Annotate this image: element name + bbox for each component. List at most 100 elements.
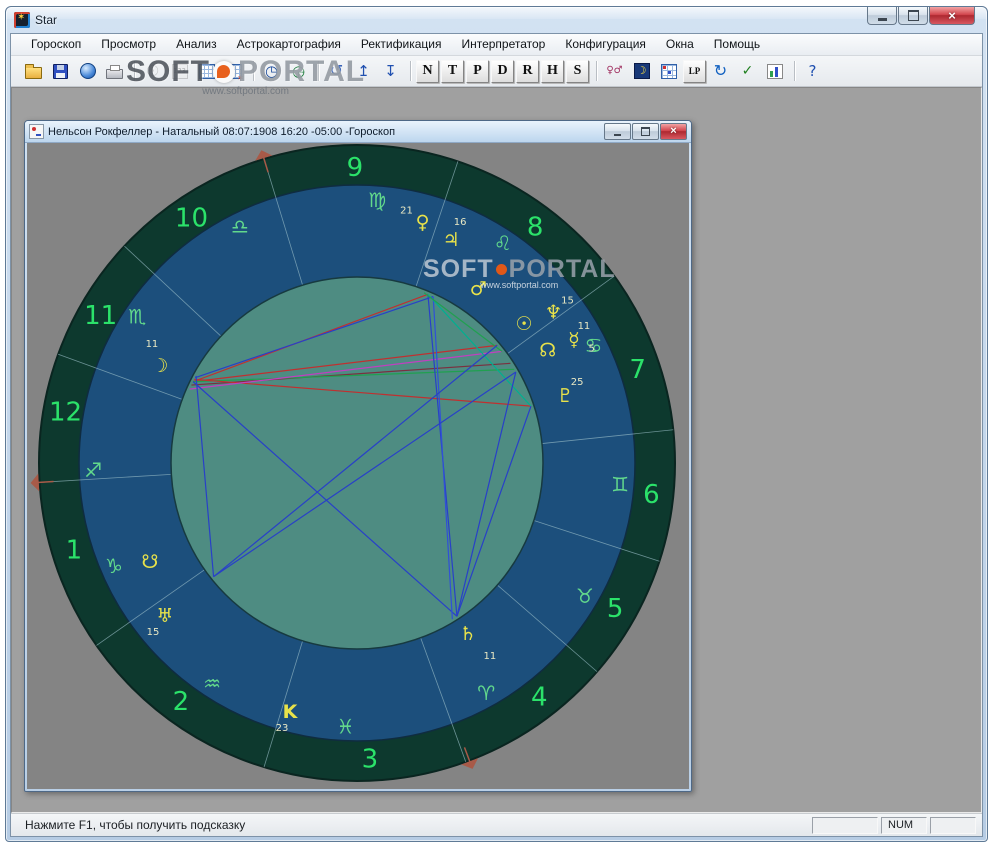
sign-aries-icon: ♈ bbox=[477, 681, 495, 705]
ephemeris-icon bbox=[171, 63, 188, 79]
synastry-letter-button[interactable]: S bbox=[566, 59, 589, 83]
step-down-icon: ↧ bbox=[384, 61, 397, 80]
step-down-button[interactable]: ↧ bbox=[378, 59, 403, 84]
horary-button[interactable]: H bbox=[541, 59, 564, 83]
open-icon bbox=[25, 64, 42, 79]
degree-label-saturn: 11 bbox=[483, 651, 496, 662]
horoscope-window-controls: × bbox=[603, 123, 687, 140]
sign-leo-icon: ♌ bbox=[494, 231, 512, 255]
globe-button[interactable] bbox=[75, 59, 100, 84]
ephemeris-button[interactable] bbox=[167, 59, 192, 84]
close-icon: × bbox=[670, 125, 677, 137]
sign-gemini-icon: ♊ bbox=[611, 473, 629, 497]
sign-sagittarius-icon: ♐ bbox=[84, 458, 102, 482]
window-controls: × bbox=[866, 7, 975, 25]
horoscope-window-titlebar[interactable]: Нельсон Рокфеллер - Натальный 08:07:1908… bbox=[25, 121, 691, 143]
menu-item-4[interactable]: Астрокартография bbox=[227, 34, 351, 55]
toolbar-separator bbox=[794, 61, 795, 81]
moon-phase-button[interactable] bbox=[629, 59, 654, 84]
save-button[interactable] bbox=[48, 59, 73, 84]
globe-icon bbox=[79, 63, 96, 79]
maximize-button[interactable] bbox=[898, 7, 928, 25]
minimize-icon bbox=[614, 133, 621, 136]
help-button[interactable]: ? bbox=[800, 59, 825, 84]
clock-icon: ◷ bbox=[264, 61, 279, 80]
planet-venus-icon: ♀ bbox=[416, 212, 430, 234]
print-button[interactable] bbox=[102, 59, 127, 84]
planet-uranus-icon: ♅ bbox=[156, 605, 173, 627]
planet-jupiter-icon: ♃ bbox=[443, 229, 460, 251]
sync-button[interactable]: ↻ bbox=[708, 59, 733, 84]
toolbar-separator bbox=[596, 61, 597, 81]
degree-label-pluto: 25 bbox=[571, 377, 584, 388]
graph-button[interactable] bbox=[762, 59, 787, 84]
horoscope-window-title: Нельсон Рокфеллер - Натальный 08:07:1908… bbox=[48, 125, 396, 138]
menu-item-6[interactable]: Интерпретатор bbox=[451, 34, 555, 55]
sign-pisces-icon: ♓ bbox=[337, 715, 355, 739]
print-icon bbox=[106, 65, 123, 79]
stars-table-icon bbox=[225, 63, 244, 83]
main-window: Star × ГороскопПросмотрАнализАстрокартог… bbox=[5, 6, 988, 842]
lp-button[interactable]: LP bbox=[683, 59, 706, 83]
return-button[interactable]: R bbox=[516, 59, 539, 83]
child-minimize-button[interactable] bbox=[604, 123, 631, 140]
synastry-button[interactable]: ♀♂ bbox=[602, 59, 627, 84]
house-number-11: 11 bbox=[84, 301, 117, 331]
planet-south-node-icon: ☋ bbox=[142, 551, 159, 573]
transit-button[interactable]: T bbox=[441, 59, 464, 83]
axis-arrow bbox=[37, 480, 54, 484]
open-button[interactable] bbox=[21, 59, 46, 84]
aspects-grid-icon bbox=[660, 63, 677, 79]
sign-scorpio-icon: ♏ bbox=[128, 305, 146, 329]
planet-moon-icon: ☽ bbox=[151, 355, 168, 377]
sync-icon: ↻ bbox=[713, 61, 728, 80]
menu-item-9[interactable]: Помощь bbox=[704, 34, 770, 55]
time-shift-button[interactable]: ◶ bbox=[286, 59, 311, 84]
degree-label-chiron: 23 bbox=[276, 723, 289, 734]
degree-label-jupiter: 16 bbox=[454, 217, 467, 228]
sun-button[interactable]: ☉ bbox=[140, 59, 165, 84]
rotate-icon: ↺ bbox=[329, 61, 344, 80]
sign-capricorn-icon: ♑ bbox=[105, 554, 123, 578]
clock-button[interactable]: ◷ bbox=[259, 59, 284, 84]
minimize-button[interactable] bbox=[867, 7, 897, 25]
child-maximize-button[interactable] bbox=[632, 123, 659, 140]
title-bar[interactable]: Star × bbox=[6, 7, 987, 33]
chart-canvas: 9 10 11 12 1 2 3 4 5 6 7 8 ♍ ♎ ♏ ♐ ♑ ♒ ♓ ♈ ♉ ♊ ♋ ♌ ♀ 21 ♃ 16 ♂ ☉ ♆ 15 ☿ 1… bbox=[27, 143, 689, 789]
direction-button[interactable]: D bbox=[491, 59, 514, 83]
help-icon: ? bbox=[808, 61, 817, 80]
houses-table-icon bbox=[198, 63, 215, 79]
natal-button[interactable]: N bbox=[416, 59, 439, 83]
status-cell-extra bbox=[930, 816, 976, 834]
toolbar-separator bbox=[253, 61, 254, 81]
time-shift-icon: ◶ bbox=[291, 61, 306, 80]
house-number-5: 5 bbox=[607, 594, 624, 624]
rotate-button[interactable]: ↺ bbox=[324, 59, 349, 84]
edit-check-button[interactable]: ✓ bbox=[735, 59, 760, 84]
progression-button[interactable]: P bbox=[466, 59, 489, 83]
house-number-10: 10 bbox=[175, 204, 208, 234]
stars-table-button[interactable] bbox=[221, 59, 246, 84]
menu-item-5[interactable]: Ректификация bbox=[351, 34, 452, 55]
status-hint: Нажмите F1, чтобы получить подсказку bbox=[25, 818, 246, 832]
house-number-1: 1 bbox=[66, 536, 83, 566]
aspects-grid-button[interactable] bbox=[656, 59, 681, 84]
step-up-button[interactable]: ↥ bbox=[351, 59, 376, 84]
toolbar-separator bbox=[134, 61, 135, 81]
sign-taurus-icon: ♉ bbox=[576, 584, 594, 608]
child-close-button[interactable]: × bbox=[660, 123, 687, 140]
menu-item-7[interactable]: Конфигурация bbox=[555, 34, 656, 55]
aspect-field bbox=[170, 276, 544, 650]
houses-table-button[interactable] bbox=[194, 59, 219, 84]
moon-phase-icon bbox=[633, 63, 650, 79]
sign-virgo-icon: ♍ bbox=[368, 188, 386, 212]
toolbar-separator bbox=[410, 61, 411, 81]
menu-item-2[interactable]: Просмотр bbox=[91, 34, 166, 55]
house-number-2: 2 bbox=[173, 687, 190, 717]
menu-item-8[interactable]: Окна bbox=[656, 34, 704, 55]
degree-label-uranus: 15 bbox=[147, 627, 160, 638]
house-number-6: 6 bbox=[643, 480, 660, 510]
close-button[interactable]: × bbox=[929, 7, 975, 25]
menu-item-3[interactable]: Анализ bbox=[166, 34, 227, 55]
menu-item-1[interactable]: Гороскоп bbox=[21, 34, 91, 55]
